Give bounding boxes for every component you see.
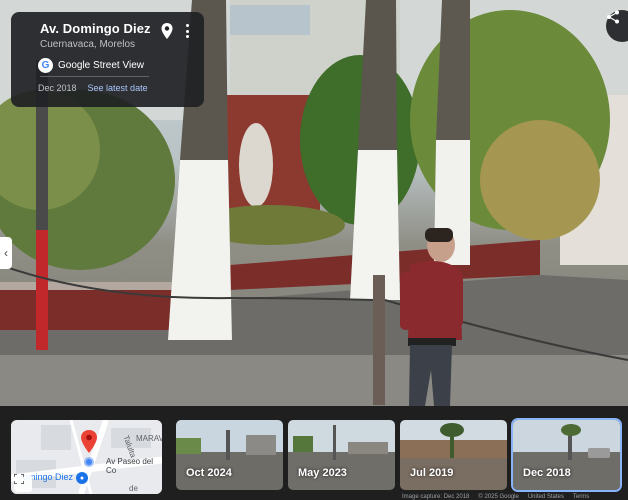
- street-view-provider: G Google Street View: [38, 58, 192, 73]
- timeline-date-label: May 2023: [298, 467, 347, 479]
- timeline-thumb-dec-2018[interactable]: Dec 2018: [511, 418, 622, 492]
- see-latest-date-link[interactable]: See latest date: [88, 83, 148, 93]
- chevron-left-icon: ‹: [4, 246, 8, 260]
- location-subtitle: Cuernavaca, Morelos: [40, 39, 136, 50]
- timeline-date-label: Jul 2019: [410, 467, 454, 479]
- timeline-date-label: Dec 2018: [523, 467, 571, 479]
- share-icon: [607, 10, 619, 24]
- pan-left-button[interactable]: ‹: [0, 237, 12, 269]
- map-street-label: MARAV: [136, 434, 162, 443]
- street-view-badge-icon: ●: [76, 472, 88, 484]
- timeline-thumb-oct-2024[interactable]: Oct 2024: [176, 420, 283, 490]
- timeline-date-label: Oct 2024: [186, 467, 232, 479]
- provider-label: Google Street View: [58, 60, 144, 71]
- more-vert-icon[interactable]: [184, 24, 190, 38]
- timeline-thumb-jul-2019[interactable]: Jul 2019: [400, 420, 507, 490]
- region-link[interactable]: United States: [528, 494, 564, 500]
- minimap[interactable]: Talulta MARAV Av Paseo del Co de FARRES …: [11, 420, 162, 494]
- fullscreen-icon[interactable]: [14, 474, 32, 492]
- copyright-text: © 2025 Google: [478, 494, 519, 500]
- map-street-label: de FARRES: [129, 484, 161, 494]
- location-info-card: Av. Domingo Diez Cuernavaca, Morelos G G…: [11, 12, 204, 107]
- date-row: Dec 2018 See latest date: [38, 83, 148, 93]
- footer: Image capture: Dec 2018 © 2025 Google Un…: [402, 494, 589, 500]
- street-view-panorama[interactable]: Av. Domingo Diez Cuernavaca, Morelos G G…: [0, 0, 628, 406]
- location-pin-icon[interactable]: [160, 22, 174, 40]
- timeline-thumb-may-2023[interactable]: May 2023: [288, 420, 395, 490]
- image-capture-text: Image capture: Dec 2018: [402, 494, 470, 500]
- card-divider: [40, 76, 149, 77]
- terms-link[interactable]: Terms: [573, 494, 589, 500]
- bottom-panel: Talulta MARAV Av Paseo del Co de FARRES …: [0, 406, 628, 500]
- capture-date: Dec 2018: [38, 83, 77, 93]
- google-g-icon: G: [38, 58, 53, 73]
- map-street-label: Av Paseo del Co: [106, 457, 153, 475]
